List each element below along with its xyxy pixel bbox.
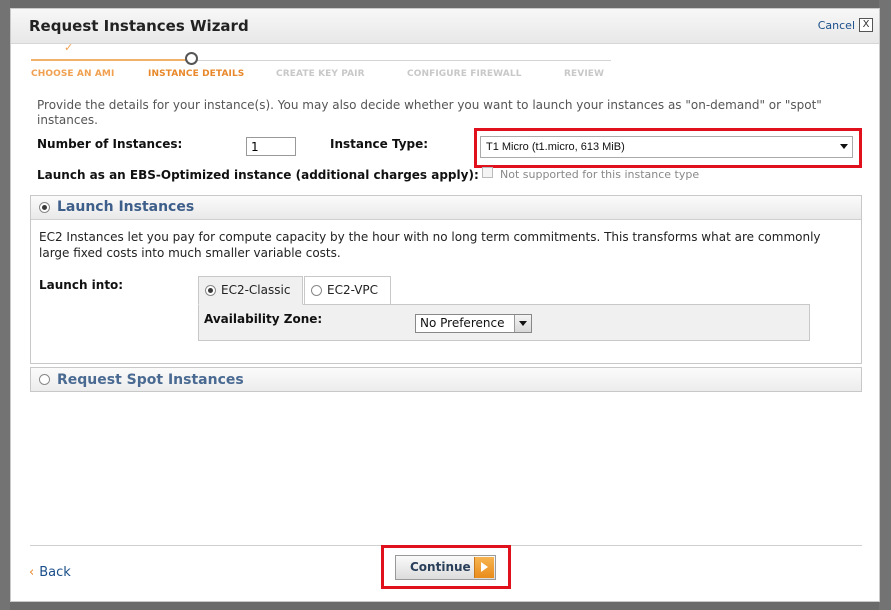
tab-ec2-classic-label: EC2-Classic [221, 283, 291, 297]
request-spot-instances-title: Request Spot Instances [57, 372, 244, 388]
back-label: Back [39, 565, 71, 580]
tab-ec2-vpc-label: EC2-VPC [327, 283, 379, 297]
availability-zone-label: Availability Zone: [204, 312, 323, 326]
step-configure-firewall: CONFIGURE FIREWALL [407, 69, 522, 79]
availability-zone-select[interactable]: No Preference [415, 314, 532, 333]
launch-instances-panel: Launch Instances EC2 Instances let you p… [30, 195, 862, 364]
intro-text: Provide the details for your instance(s)… [37, 98, 822, 127]
chevron-down-icon [514, 315, 531, 332]
continue-button[interactable]: Continue [395, 555, 496, 580]
request-spot-instances-radio[interactable] [39, 374, 50, 385]
current-step-marker-icon [185, 52, 198, 65]
ec2-vpc-radio[interactable] [311, 285, 322, 296]
tab-ec2-classic[interactable]: EC2-Classic [198, 276, 303, 305]
instance-type-value: T1 Micro (t1.micro, 613 MiB) [486, 141, 625, 153]
launch-instances-description: EC2 Instances let you pay for compute ca… [39, 230, 821, 260]
back-link[interactable]: ‹ Back [29, 565, 71, 580]
step-choose-ami: CHOOSE AN AMI [31, 69, 115, 79]
step-done-check-icon: ✓ [64, 41, 74, 54]
background-right-strip [879, 0, 891, 610]
chevron-left-icon: ‹ [29, 565, 35, 580]
ebs-optimized-label: Launch as an EBS-Optimized instance (add… [37, 168, 479, 182]
request-instances-wizard-dialog: Request Instances Wizard Cancel X ✓ CHOO… [10, 8, 880, 602]
launch-instances-radio[interactable] [39, 202, 50, 213]
background-left-strip [0, 0, 10, 610]
wizard-progress: ✓ CHOOSE AN AMI INSTANCE DETAILS CREATE … [31, 41, 611, 87]
number-of-instances-label: Number of Instances: [37, 137, 183, 151]
launch-instances-title: Launch Instances [57, 199, 195, 215]
instance-type-label: Instance Type: [330, 137, 429, 151]
ebs-optimized-checkbox[interactable] [482, 167, 493, 178]
availability-zone-value: No Preference [420, 316, 505, 330]
launch-instances-header[interactable]: Launch Instances [31, 196, 861, 220]
dialog-header: Request Instances Wizard Cancel X [11, 9, 879, 44]
ec2-classic-radio[interactable] [205, 285, 216, 296]
launch-into-tab-body: Availability Zone: No Preference [198, 304, 810, 341]
close-icon[interactable]: X [859, 18, 873, 32]
continue-label: Continue [410, 560, 471, 574]
step-review: REVIEW [564, 69, 605, 79]
tab-ec2-vpc[interactable]: EC2-VPC [304, 276, 391, 305]
progress-track-done [31, 59, 193, 61]
launch-into-label: Launch into: [39, 278, 124, 292]
step-instance-details: INSTANCE DETAILS [148, 69, 245, 79]
cancel-link[interactable]: Cancel [818, 19, 855, 32]
instance-type-select[interactable]: T1 Micro (t1.micro, 613 MiB) [480, 136, 853, 158]
request-spot-instances-panel[interactable]: Request Spot Instances [30, 367, 862, 392]
number-of-instances-input[interactable] [246, 137, 296, 156]
step-create-key-pair: CREATE KEY PAIR [276, 69, 365, 79]
dialog-title: Request Instances Wizard [29, 17, 249, 35]
play-arrow-icon [474, 557, 494, 578]
chevron-down-icon [840, 144, 848, 149]
ebs-optimized-note: Not supported for this instance type [500, 168, 700, 181]
